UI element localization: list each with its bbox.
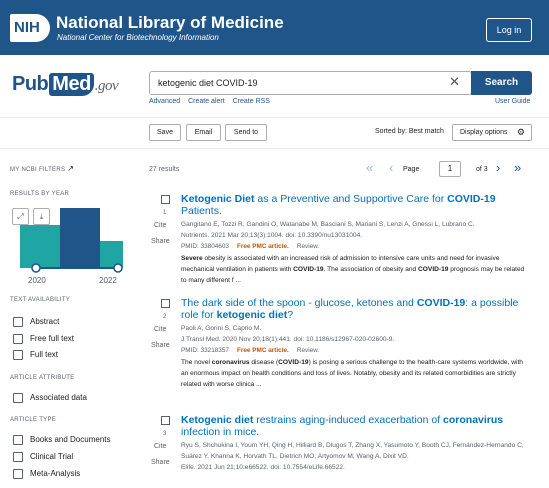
article-citation: Elife. 2021 Jun 21;10:e66522. doi: 10.75… [181, 464, 345, 471]
article-type-heading: ARTICLE TYPE [10, 417, 57, 423]
clinical-trial-label[interactable]: Clinical Trial [30, 452, 73, 461]
page-number-input[interactable]: 1 [439, 161, 461, 177]
my-ncbi-filters-heading[interactable]: MY NCBI FILTERS ↗ [10, 164, 74, 173]
divider [0, 117, 549, 118]
article-checkbox[interactable] [161, 299, 170, 308]
article-checkbox[interactable] [161, 416, 170, 425]
external-link-icon: ↗ [67, 164, 75, 173]
text-availability-heading: TEXT AVAILABILITY [10, 297, 71, 303]
year-bar-2021 [60, 208, 100, 268]
article-snippet: Severe obesity is associated with an inc… [181, 255, 525, 284]
year-end-label: 2022 [99, 276, 117, 285]
free-pmc-badge: Free PMC article. [236, 347, 289, 354]
gear-icon: ⚙ [516, 127, 525, 137]
year-slider-start-handle [31, 263, 41, 273]
associated-data-label[interactable]: Associated data [30, 393, 87, 402]
page-total: of 3 [476, 166, 488, 173]
next-page-icon[interactable]: › [496, 160, 500, 175]
search-input[interactable] [149, 71, 472, 95]
article-pmid: PMID: 33804603 Free PMC article. Review. [181, 243, 320, 250]
article-authors: Ryu S, Shchukina I, Youm YH, Qing H, Hil… [181, 442, 524, 460]
article-authors: Gangitano E, Tozzi R, Gandini O, Watanab… [181, 221, 475, 228]
page-label: Page [403, 166, 420, 173]
nih-header: NIH National Library of Medicine Nationa… [0, 0, 549, 55]
nlm-title[interactable]: National Library of Medicine [56, 13, 284, 33]
meta-analysis-label[interactable]: Meta-Analysis [30, 469, 80, 478]
article-citation: J Transl Med. 2020 Nov 20;18(1):441. doi… [181, 336, 395, 343]
cite-button[interactable]: Cite [154, 222, 166, 229]
save-button[interactable]: Save [149, 124, 181, 141]
prev-page-icon[interactable]: ‹ [389, 160, 393, 175]
article-snippet: The novel coronavirus disease (COVID-19)… [181, 359, 523, 388]
pubmed-logo-pub: Pub [12, 73, 49, 95]
abstract-label[interactable]: Abstract [30, 317, 59, 326]
article-number: 3 [163, 431, 167, 437]
share-button[interactable]: Share [151, 238, 170, 245]
year-start-label: 2020 [28, 276, 46, 285]
first-page-icon[interactable]: « [366, 160, 373, 175]
article-number: 2 [163, 314, 167, 320]
display-options-label: Display options [460, 129, 508, 136]
associated-data-checkbox[interactable] [13, 393, 23, 403]
create-alert-link[interactable]: Create alert [188, 98, 225, 105]
article-checkbox[interactable] [161, 195, 170, 204]
article-title-link[interactable]: Ketogenic diet restrains aging-induced e… [181, 414, 531, 438]
user-guide-link[interactable]: User Guide [495, 98, 530, 105]
cite-button[interactable]: Cite [154, 326, 166, 333]
full-text-checkbox[interactable] [13, 350, 23, 360]
clear-search-icon[interactable]: ✕ [449, 74, 460, 90]
cite-button[interactable]: Cite [154, 443, 166, 450]
create-rss-link[interactable]: Create RSS [233, 98, 270, 105]
clinical-trial-checkbox[interactable] [13, 452, 23, 462]
results-count: 27 results [149, 166, 180, 173]
abstract-checkbox[interactable] [13, 317, 23, 327]
pubmed-logo-gov: .gov [94, 78, 119, 94]
last-page-icon[interactable]: » [514, 160, 521, 175]
article-authors: Paoli A, Gorini S, Caprio M. [181, 325, 262, 332]
article-title-link[interactable]: Ketogenic Diet as a Preventive and Suppo… [181, 193, 531, 217]
advanced-link[interactable]: Advanced [149, 98, 180, 105]
nih-logo[interactable]: NIH [10, 14, 50, 42]
pubmed-logo[interactable]: Pub Med .gov [12, 73, 119, 96]
share-button[interactable]: Share [151, 459, 170, 466]
full-text-label[interactable]: Full text [30, 350, 58, 359]
books-documents-checkbox[interactable] [13, 435, 23, 445]
review-badge: Review. [296, 347, 320, 354]
ncbi-subtitle: National Center for Biotechnology Inform… [57, 33, 219, 42]
share-button[interactable]: Share [151, 342, 170, 349]
free-pmc-badge: Free PMC article. [236, 243, 289, 250]
free-full-text-label[interactable]: Free full text [30, 334, 74, 343]
search-button[interactable]: Search [471, 71, 532, 95]
year-slider-end-handle [113, 263, 123, 273]
free-full-text-checkbox[interactable] [13, 334, 23, 344]
search-links: Advanced Create alert Create RSS [149, 98, 276, 105]
article-citation: Nutrients. 2021 Mar 20;13(3):1004. doi: … [181, 232, 363, 239]
divider [0, 148, 549, 149]
review-badge: Review. [296, 243, 320, 250]
article-title-link[interactable]: The dark side of the spoon - glucose, ke… [181, 297, 531, 321]
sort-selector[interactable]: Sorted by: Best match [375, 128, 444, 135]
display-options-button[interactable]: Display options ⚙ [452, 124, 532, 141]
meta-analysis-checkbox[interactable] [13, 469, 23, 479]
pubmed-logo-med: Med [49, 73, 94, 96]
article-pmid: PMID: 33218357 Free PMC article. Review. [181, 347, 320, 354]
email-button[interactable]: Email [186, 124, 221, 141]
login-button[interactable]: Log in [486, 18, 532, 42]
send-to-button[interactable]: Send to [225, 124, 267, 141]
article-attribute-heading: ARTICLE ATTRIBUTE [10, 375, 75, 381]
books-documents-label[interactable]: Books and Documents [30, 435, 111, 444]
results-by-year-chart[interactable] [12, 195, 132, 275]
year-bar-2020 [20, 225, 60, 268]
article-number: 1 [163, 210, 167, 216]
